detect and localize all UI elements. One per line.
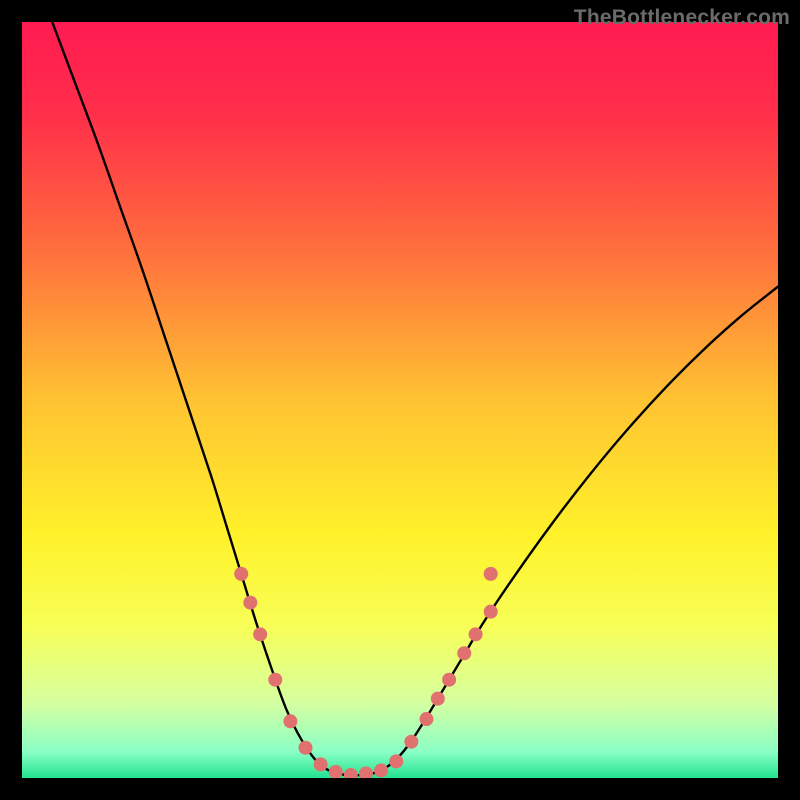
curve-marker [419,712,433,726]
curve-marker [484,567,498,581]
curve-marker [234,567,248,581]
curve-marker [299,741,313,755]
curve-marker [404,735,418,749]
curve-marker [314,757,328,771]
curve-marker [469,627,483,641]
plot-area [22,22,778,778]
curve-marker [374,763,388,777]
curve-marker [431,692,445,706]
curve-marker [457,646,471,660]
chart-root: TheBottlenecker.com [0,0,800,800]
chart-svg [22,22,778,778]
curve-marker [442,673,456,687]
curve-marker [268,673,282,687]
curve-marker [389,754,403,768]
curve-marker [243,596,257,610]
curve-marker [484,605,498,619]
curve-marker [283,714,297,728]
watermark-label: TheBottlenecker.com [574,6,790,30]
curve-marker [253,627,267,641]
